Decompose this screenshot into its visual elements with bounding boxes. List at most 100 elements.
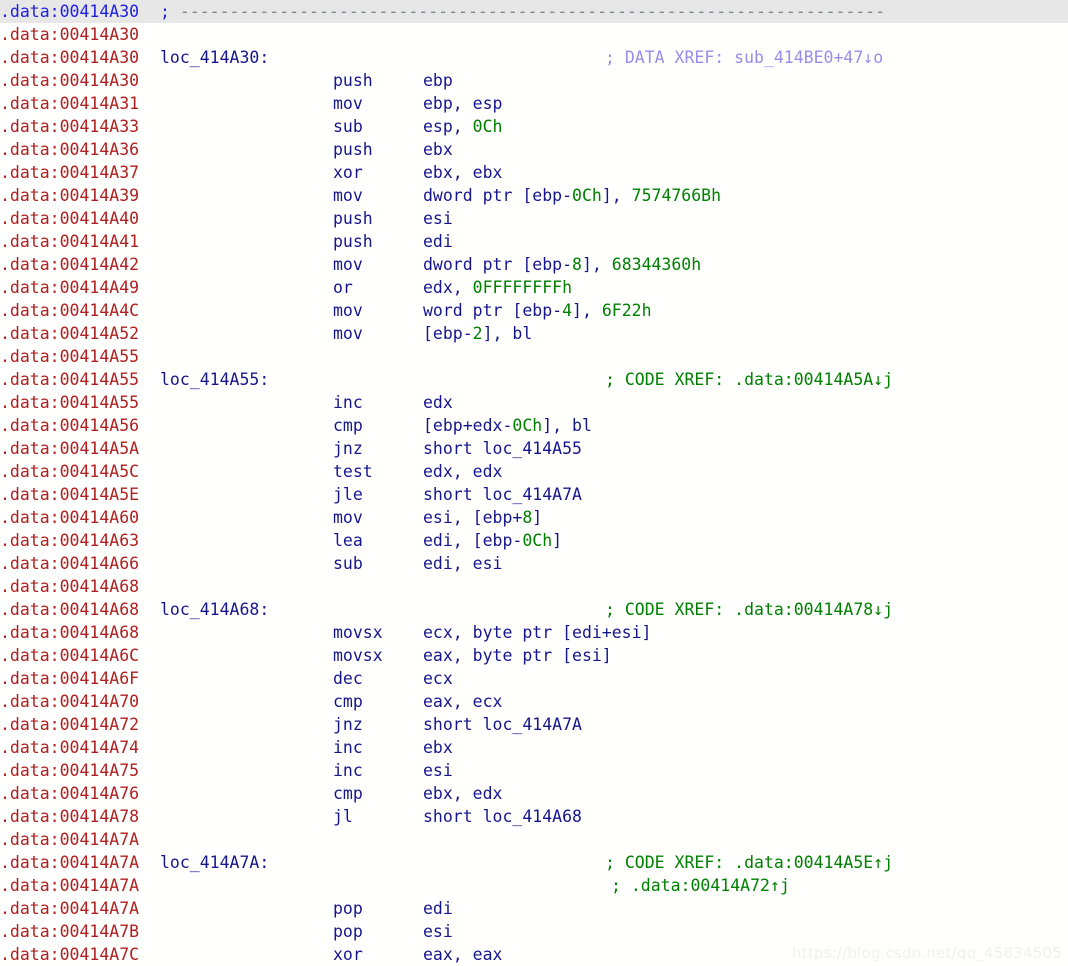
disasm-line[interactable]: .data:00414A7B pop esi (0, 920, 1068, 943)
instruction-operands[interactable]: esi (423, 759, 453, 782)
disasm-line[interactable]: .data:00414A7A pop edi (0, 897, 1068, 920)
line-address: .data:00414A66 (0, 554, 140, 573)
instruction-operands[interactable]: eax, eax (423, 943, 502, 966)
disasm-line[interactable]: .data:00414A7A (0, 828, 1068, 851)
instruction-operands[interactable]: ecx, byte ptr [edi+esi] (423, 621, 651, 644)
code-xref-comment[interactable]: ; CODE XREF: .data:00414A78↓j (605, 598, 893, 621)
disasm-line[interactable]: .data:00414A68 loc_414A68: ; CODE XREF: .d… (0, 598, 1068, 621)
instruction-mnemonic: jl (333, 807, 353, 826)
disasm-line[interactable]: .data:00414A7A ; .data:00414A72↑j (0, 874, 1068, 897)
instruction-operands[interactable]: ebx, ebx (423, 161, 502, 184)
instruction-operands[interactable]: ebx (423, 138, 453, 161)
line-address: .data:00414A30 (0, 48, 140, 67)
disasm-line[interactable]: .data:00414A33 sub esp, 0Ch (0, 115, 1068, 138)
instruction-operands[interactable]: eax, byte ptr [esi] (423, 644, 612, 667)
instruction-operands[interactable]: esi (423, 207, 453, 230)
instruction-operands[interactable]: edx (423, 391, 453, 414)
instruction-operands[interactable]: eax, ecx (423, 690, 502, 713)
instruction-mnemonic: mov (333, 324, 363, 343)
disasm-line[interactable]: .data:00414A30 push ebp (0, 69, 1068, 92)
disasm-line[interactable]: .data:00414A60 mov esi, [ebp+8] (0, 506, 1068, 529)
instruction-mnemonic: lea (333, 531, 363, 550)
instruction-operands[interactable]: short loc_414A68 (423, 805, 582, 828)
disasm-line[interactable]: .data:00414A56 cmp [ebp+edx-0Ch], bl (0, 414, 1068, 437)
line-address: .data:00414A41 (0, 232, 140, 251)
disasm-line[interactable]: .data:00414A68 (0, 575, 1068, 598)
instruction-operands[interactable]: ebx, edx (423, 782, 502, 805)
instruction-operands[interactable]: esp, 0Ch (423, 115, 502, 138)
instruction-operands[interactable]: ebp, esp (423, 92, 502, 115)
line-address: .data:00414A4C (0, 301, 140, 320)
disassembly-view[interactable]: .data:00414A30; ------------------------… (0, 0, 1068, 966)
disasm-line[interactable]: .data:00414A63 lea edi, [ebp-0Ch] (0, 529, 1068, 552)
instruction-operands[interactable]: short loc_414A7A (423, 483, 582, 506)
instruction-operands[interactable]: edx, 0FFFFFFFFh (423, 276, 572, 299)
disasm-line[interactable]: .data:00414A5E jle short loc_414A7A (0, 483, 1068, 506)
disasm-line[interactable]: .data:00414A37 xor ebx, ebx (0, 161, 1068, 184)
instruction-operands[interactable]: [ebp+edx-0Ch], bl (423, 414, 592, 437)
disasm-line[interactable]: .data:00414A5C test edx, edx (0, 460, 1068, 483)
disasm-line[interactable]: .data:00414A55 inc edx (0, 391, 1068, 414)
disasm-line[interactable]: .data:00414A4C mov word ptr [ebp-4], 6F22h (0, 299, 1068, 322)
instruction-mnemonic: or (333, 278, 353, 297)
instruction-operands[interactable]: ebx (423, 736, 453, 759)
instruction-operands[interactable]: dword ptr [ebp-8], 68344360h (423, 253, 701, 276)
line-address: .data:00414A30 (0, 25, 140, 44)
instruction-operands[interactable]: word ptr [ebp-4], 6F22h (423, 299, 652, 322)
code-label[interactable]: loc_414A7A: (160, 851, 269, 874)
line-address: .data:00414A68 (0, 577, 140, 596)
instruction-operands[interactable]: short loc_414A55 (423, 437, 582, 460)
disasm-line[interactable]: .data:00414A70 cmp eax, ecx (0, 690, 1068, 713)
disasm-line[interactable]: .data:00414A5A jnz short loc_414A55 (0, 437, 1068, 460)
instruction-mnemonic: cmp (333, 692, 363, 711)
disasm-line[interactable]: .data:00414A55 loc_414A55: ; CODE XREF: .d… (0, 368, 1068, 391)
instruction-operands[interactable]: esi, [ebp+8] (423, 506, 542, 529)
code-xref-comment[interactable]: ; CODE XREF: .data:00414A5A↓j (605, 368, 893, 391)
instruction-operands[interactable]: ecx (423, 667, 453, 690)
dashes: ----------------------------------------… (179, 2, 886, 21)
disasm-line[interactable]: .data:00414A6C movsx eax, byte ptr [esi] (0, 644, 1068, 667)
disasm-line[interactable]: .data:00414A30 loc_414A30: ; DATA XREF: su… (0, 46, 1068, 69)
disasm-line[interactable]: .data:00414A6F dec ecx (0, 667, 1068, 690)
disasm-line[interactable]: .data:00414A36 push ebx (0, 138, 1068, 161)
instruction-operands[interactable]: esi (423, 920, 453, 943)
disasm-line[interactable]: .data:00414A49 or edx, 0FFFFFFFFh (0, 276, 1068, 299)
disasm-line[interactable]: .data:00414A41 push edi (0, 230, 1068, 253)
numeric-literal: 8 (572, 255, 582, 274)
instruction-operands[interactable]: edi, [ebp-0Ch] (423, 529, 562, 552)
disasm-line[interactable]: .data:00414A68 movsx ecx, byte ptr [edi+es… (0, 621, 1068, 644)
disasm-line[interactable]: .data:00414A42 mov dword ptr [ebp-8], 6834… (0, 253, 1068, 276)
disasm-line[interactable]: .data:00414A75 inc esi (0, 759, 1068, 782)
instruction-operands[interactable]: edx, edx (423, 460, 502, 483)
instruction-operands[interactable]: edi (423, 230, 453, 253)
disasm-line[interactable]: .data:00414A31 mov ebp, esp (0, 92, 1068, 115)
line-address: .data:00414A5C (0, 462, 140, 481)
instruction-operands[interactable]: edi, esi (423, 552, 502, 575)
instruction-operands[interactable]: edi (423, 897, 453, 920)
disasm-line[interactable]: .data:00414A74 inc ebx (0, 736, 1068, 759)
numeric-literal: 7574766Bh (631, 186, 722, 205)
disasm-line[interactable]: .data:00414A30; ------------------------… (0, 0, 1068, 23)
code-label[interactable]: loc_414A55: (160, 368, 269, 391)
disasm-line[interactable]: .data:00414A40 push esi (0, 207, 1068, 230)
disasm-line[interactable]: .data:00414A39 mov dword ptr [ebp-0Ch], 75… (0, 184, 1068, 207)
disasm-line[interactable]: .data:00414A52 mov [ebp-2], bl (0, 322, 1068, 345)
code-xref-comment[interactable]: ; .data:00414A72↑j (611, 874, 790, 897)
instruction-operands[interactable]: [ebp-2], bl (423, 322, 532, 345)
disasm-line[interactable]: .data:00414A7C xor eax, eax (0, 943, 1068, 966)
disasm-line[interactable]: .data:00414A30 (0, 23, 1068, 46)
data-xref-comment[interactable]: ; DATA XREF: sub_414BE0+47↓o (605, 46, 883, 69)
code-label[interactable]: loc_414A30: (160, 46, 269, 69)
disasm-line[interactable]: .data:00414A7A loc_414A7A: ; CODE XREF: .d… (0, 851, 1068, 874)
instruction-operands[interactable]: short loc_414A7A (423, 713, 582, 736)
disasm-line[interactable]: .data:00414A76 cmp ebx, edx (0, 782, 1068, 805)
disasm-line[interactable]: .data:00414A72 jnz short loc_414A7A (0, 713, 1068, 736)
instruction-operands[interactable]: ebp (423, 69, 453, 92)
code-xref-comment[interactable]: ; CODE XREF: .data:00414A5E↑j (605, 851, 893, 874)
disasm-line[interactable]: .data:00414A55 (0, 345, 1068, 368)
code-label[interactable]: loc_414A68: (160, 598, 269, 621)
disasm-line[interactable]: .data:00414A78 jl short loc_414A68 (0, 805, 1068, 828)
line-address: .data:00414A39 (0, 186, 140, 205)
disasm-line[interactable]: .data:00414A66 sub edi, esi (0, 552, 1068, 575)
instruction-operands[interactable]: dword ptr [ebp-0Ch], 7574766Bh (423, 184, 721, 207)
